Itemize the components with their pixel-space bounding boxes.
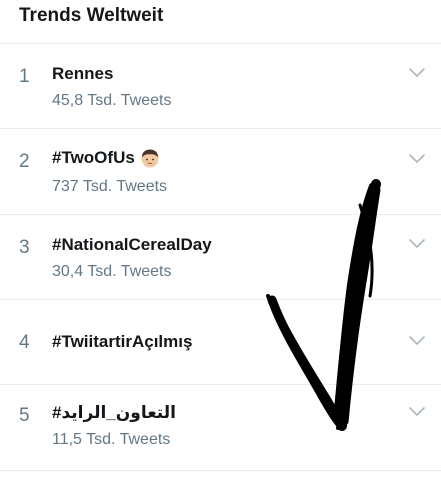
page-title: Trends Weltweit bbox=[19, 4, 164, 26]
trend-name-container[interactable]: #TwoOfUs bbox=[52, 148, 160, 168]
trend-item[interactable]: 3 #NationalCerealDay 30,4 Tsd. Tweets bbox=[0, 215, 441, 300]
chevron-down-icon[interactable] bbox=[409, 68, 425, 78]
trend-name[interactable]: Rennes bbox=[52, 64, 113, 84]
trend-tweet-count: 737 Tsd. Tweets bbox=[52, 178, 168, 195]
trend-name[interactable]: #NationalCerealDay bbox=[52, 235, 212, 255]
trend-rank: 3 bbox=[19, 237, 30, 258]
trend-name: #TwoOfUs bbox=[52, 148, 135, 167]
chevron-down-icon[interactable] bbox=[409, 407, 425, 417]
trend-rank: 5 bbox=[19, 405, 30, 426]
trend-tweet-count: 11,5 Tsd. Tweets bbox=[52, 431, 171, 448]
trend-name[interactable]: #TwiitartirAçılmış bbox=[52, 332, 192, 352]
boy-face-emoji-icon bbox=[141, 149, 159, 168]
trend-tweet-count: 45,8 Tsd. Tweets bbox=[52, 92, 172, 109]
trend-name[interactable]: #التعاون_الرايد bbox=[52, 403, 176, 423]
trend-item[interactable]: 4 #TwiitartirAçılmış bbox=[0, 300, 441, 385]
chevron-down-icon[interactable] bbox=[409, 154, 425, 164]
trend-item[interactable]: 1 Rennes 45,8 Tsd. Tweets bbox=[0, 44, 441, 129]
trend-rank: 2 bbox=[19, 151, 30, 172]
trend-list: 1 Rennes 45,8 Tsd. Tweets 2 #TwoOfUs 737… bbox=[0, 44, 441, 471]
trends-header: Trends Weltweit bbox=[0, 0, 441, 44]
trend-rank: 4 bbox=[19, 332, 30, 353]
trend-item[interactable]: 5 #التعاون_الرايد 11,5 Tsd. Tweets bbox=[0, 385, 441, 471]
trend-item[interactable]: 2 #TwoOfUs 737 Tsd. Tweets bbox=[0, 129, 441, 215]
chevron-down-icon[interactable] bbox=[409, 239, 425, 249]
chevron-down-icon[interactable] bbox=[409, 336, 425, 346]
trend-rank: 1 bbox=[19, 66, 30, 87]
trend-tweet-count: 30,4 Tsd. Tweets bbox=[52, 263, 172, 280]
